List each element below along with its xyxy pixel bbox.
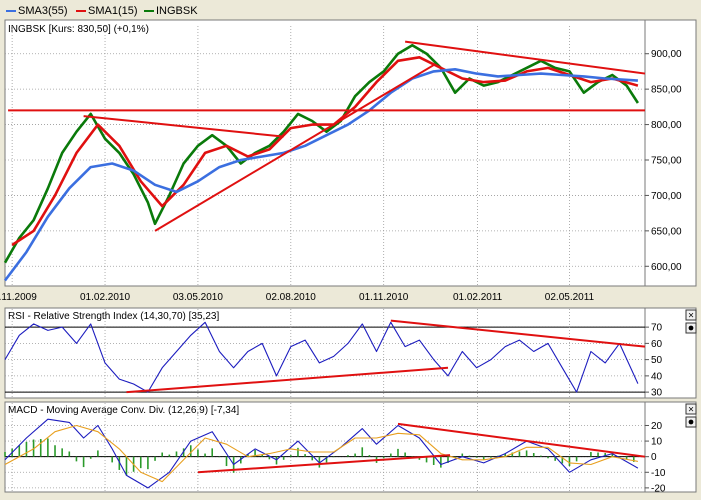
rsi-y-tick-label: 50 — [651, 355, 663, 366]
rsi-close-button[interactable]: × — [685, 309, 697, 322]
macd-y-tick-label: 0 — [651, 452, 657, 463]
macd-y-tick-label: -10 — [651, 468, 666, 479]
macd-y-tick-label: -20 — [651, 483, 666, 494]
macd-close-button[interactable]: × — [685, 403, 697, 416]
price-y-tick-label: 650,00 — [651, 226, 682, 237]
x-tick-label: 01.02.2010 — [80, 292, 130, 303]
x-axis: 02.11.2009 01.02.2010 03.05.2010 02.08.2010… — [0, 292, 595, 303]
rsi-y-tick-label: 70 — [651, 323, 663, 334]
macd-settings-icon[interactable] — [685, 416, 697, 428]
rsi-panel: RSI - Relative Strength Index (14,30,70)… — [4, 307, 697, 399]
rsi-axis-area — [644, 307, 697, 399]
rsi-y-tick-label: 60 — [651, 339, 663, 350]
chart-svg: INGBSK [Kurs: 830,50] (+0,1%) 900,00 850,… — [0, 19, 697, 494]
price-y-tick-label: 850,00 — [651, 85, 682, 96]
x-ticks: 02.11.2009 01.02.2010 03.05.2010 02.08.2010… — [0, 292, 595, 303]
price-panel: INGBSK [Kurs: 830,50] (+0,1%) 900,00 850,… — [3, 19, 697, 287]
rsi-panel-title: RSI - Relative Strength Index (14,30,70)… — [8, 311, 219, 322]
x-tick-label: 01.11.2010 — [359, 292, 409, 303]
macd-y-tick-label: 20 — [651, 421, 663, 432]
price-y-tick-label: 750,00 — [651, 156, 682, 167]
macd-panel: MACD - Moving Average Conv. Div. (12,26,… — [4, 401, 697, 494]
x-tick-label: 02.11.2009 — [0, 292, 37, 303]
price-y-tick-label: 700,00 — [651, 191, 682, 202]
rsi-settings-icon[interactable] — [685, 322, 697, 334]
price-y-tick-label: 600,00 — [651, 262, 682, 273]
macd-panel-title: MACD - Moving Average Conv. Div. (12,26,… — [8, 405, 239, 416]
x-tick-label: 02.08.2010 — [266, 292, 316, 303]
x-tick-label: 02.05.2011 — [545, 292, 595, 303]
price-y-tick-label: 800,00 — [651, 120, 682, 131]
svg-text:×: × — [688, 311, 694, 322]
rsi-y-tick-label: 30 — [651, 388, 663, 399]
x-tick-label: 03.05.2010 — [173, 292, 223, 303]
price-panel-title: INGBSK [Kurs: 830,50] (+0,1%) — [8, 24, 149, 35]
rsi-y-tick-label: 40 — [651, 371, 663, 382]
macd-y-tick-label: 10 — [651, 437, 663, 448]
chart-window: SMA3(55) SMA1(15) INGBSK INGBSK [Kurs: 8… — [0, 0, 701, 500]
price-y-tick-label: 900,00 — [651, 49, 682, 60]
x-tick-label: 01.02.2011 — [453, 292, 503, 303]
svg-text:×: × — [688, 405, 694, 416]
